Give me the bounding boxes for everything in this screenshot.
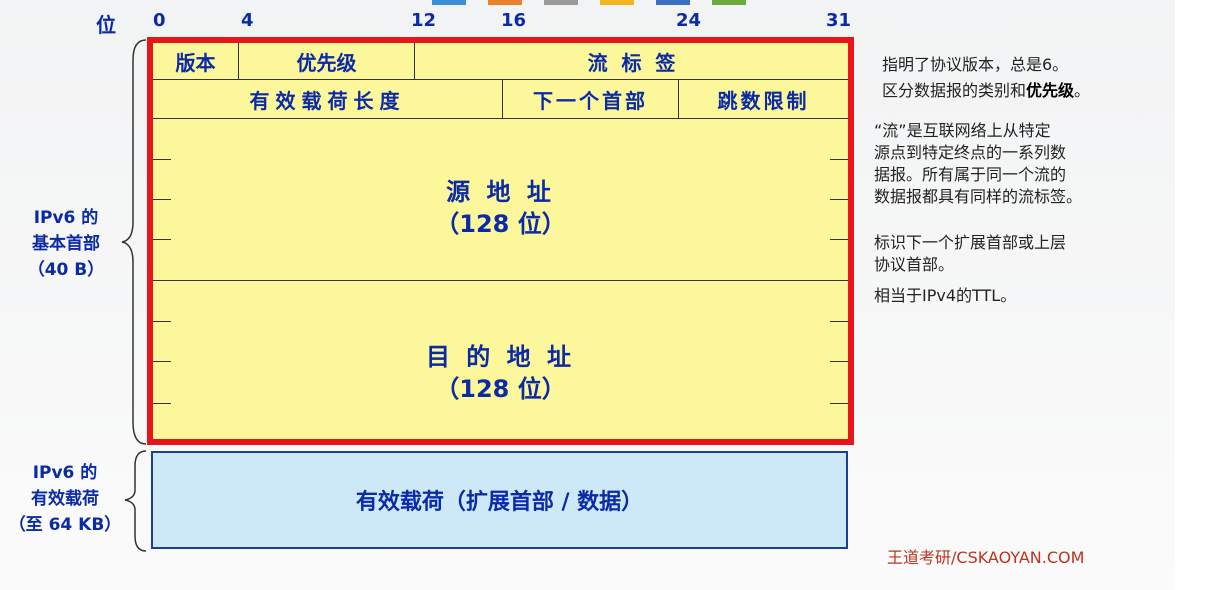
color-swatch [544,0,578,5]
field-payload-length: 有效载荷长度 [249,88,406,113]
destination-address-size: （128 位） [435,375,566,403]
source-address-size: （128 位） [435,210,566,238]
word-tick [830,321,848,322]
basic-header-line-2: 基本首部 [32,234,100,254]
color-swatch [600,0,634,5]
word-tick [153,321,171,322]
field-flow-label: 流 标 签 [587,50,676,75]
note-flow-line-4: 数据报都具有同样的流标签。 [874,187,1083,206]
note-flow-line-1: “流”是互联网络上从特定 [874,121,1051,140]
note-next-header-line-1: 标识下一个扩展首部或上层 [874,233,1067,252]
note-version: 指明了协议版本，总是6。 [882,55,1069,74]
destination-address-label: 目 的 地 址 [425,343,576,371]
payload-side-line-2: 有效载荷 [31,489,99,509]
payload-side-line-1: IPv6 的 [32,463,98,483]
ipv6-basic-header: 版本 优先级 流 标 签 有效载荷长度 下一个首部 跳数限制 源 地 址 （12… [147,37,854,445]
payload-side-label: IPv6 的 有效载荷 （至 64 KB） [4,460,126,538]
address-divider [153,280,848,281]
note-flow-line-3: 据报。所有属于同一个流的 [874,165,1067,184]
note-priority-bold: 优先级 [1026,81,1075,100]
field-hop-limit: 跳数限制 [717,88,810,113]
note-next-header-line-2: 协议首部。 [874,255,955,274]
word-tick [153,159,171,160]
color-swatch [488,0,522,5]
basic-header-brace [121,39,147,445]
ipv6-payload-box: 有效载荷（扩展首部 / 数据） [151,451,848,549]
basic-header-line-3: （40 B） [27,260,105,280]
bit-mark-31: 31 [826,10,852,31]
bit-mark-16: 16 [501,10,527,31]
color-swatch [656,0,690,5]
bit-mark-0: 0 [153,10,166,31]
note-next-header: 标识下一个扩展首部或上层 协议首部。 [874,232,1066,276]
bit-mark-12: 12 [411,10,437,31]
note-priority-suffix: 。 [1074,81,1091,100]
field-version: 版本 [175,50,216,75]
field-next-header: 下一个首部 [533,88,648,113]
payload-label: 有效载荷（扩展首部 / 数据） [355,490,644,515]
bit-mark-4: 4 [241,10,254,31]
source-address-label: 源 地 址 [446,178,555,206]
brand-watermark: 王道考研/CSKAOYAN.COM [887,548,1085,567]
row-divider-2 [153,118,848,119]
basic-header-side-label: IPv6 的 基本首部 （40 B） [14,205,118,283]
word-tick [830,159,848,160]
payload-side-line-3: （至 64 KB） [8,515,122,535]
note-priority: 区分数据报的类别和优先级。 [882,80,1090,102]
note-flow: “流”是互联网络上从特定 源点到特定终点的一系列数 据报。所有属于同一个流的 数… [874,120,1082,208]
basic-header-line-1: IPv6 的 [33,208,99,228]
note-hop-limit: 相当于IPv4的TTL。 [874,286,1017,305]
bit-axis-label: 位 [96,13,116,37]
color-swatch [432,0,466,5]
field-priority: 优先级 [296,50,357,75]
note-priority-prefix: 区分数据报的类别和 [882,81,1027,100]
bit-mark-24: 24 [676,10,702,31]
color-swatch [712,0,746,5]
note-flow-line-2: 源点到特定终点的一系列数 [874,143,1067,162]
